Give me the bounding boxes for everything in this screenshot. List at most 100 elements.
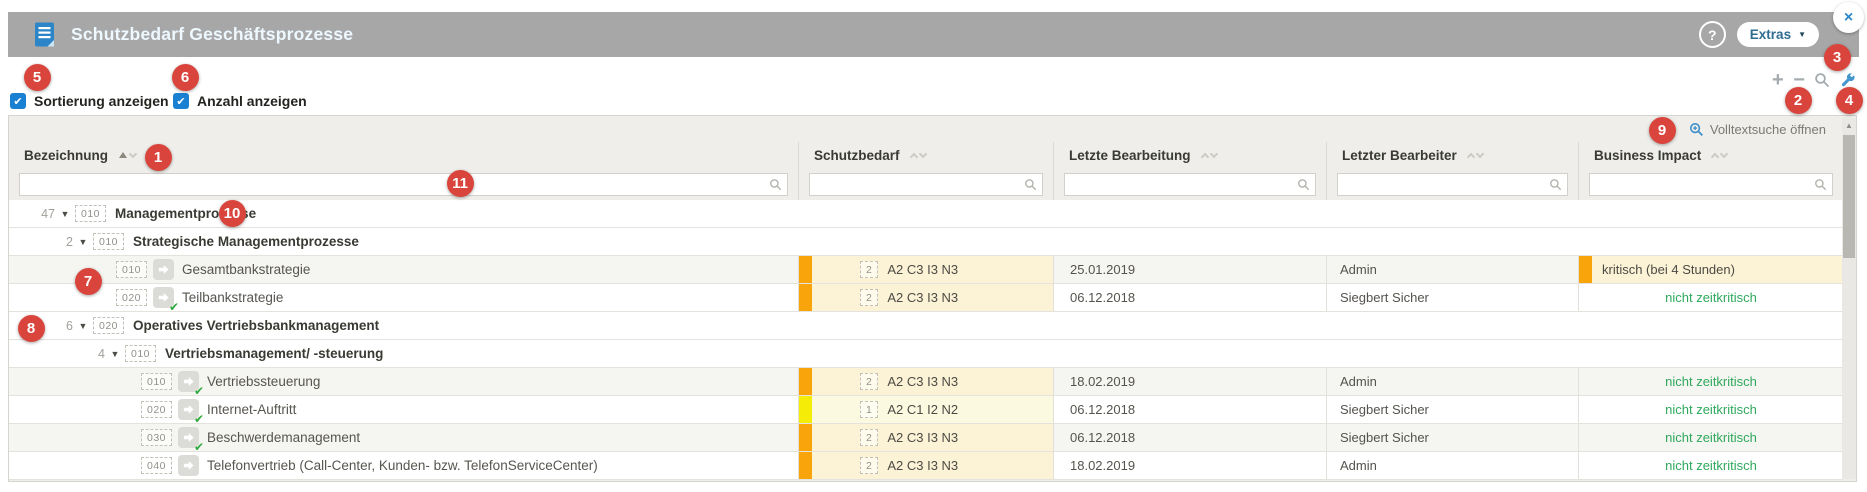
extras-button[interactable]: Extras ▼ bbox=[1737, 22, 1819, 47]
close-button[interactable]: × bbox=[1833, 2, 1864, 33]
table-row[interactable]: 47▼010Managementprozesse bbox=[9, 200, 1843, 228]
filter-input-letzte-bearbeitung[interactable] bbox=[1064, 173, 1316, 196]
sortierung-checkbox[interactable]: ✔ bbox=[10, 93, 26, 109]
business-impact-cell: nicht zeitkritisch bbox=[1578, 368, 1843, 395]
fulltext-search-link[interactable]: Volltextsuche öffnen bbox=[1710, 122, 1826, 137]
letzter-bearbeiter-cell: Admin bbox=[1326, 256, 1578, 283]
expand-all-button[interactable]: + bbox=[1772, 70, 1784, 90]
business-impact-text: nicht zeitkritisch bbox=[1665, 402, 1757, 417]
search-icon[interactable] bbox=[1814, 72, 1830, 88]
search-icon bbox=[1814, 178, 1827, 191]
letzte-bearbeitung-cell: 06.12.2018 bbox=[1053, 396, 1326, 423]
schutzbedarf-classes: A2 C3 I3 N3 bbox=[887, 290, 958, 305]
schutzbedarf-cell: 2 A2 C3 I3 N3 bbox=[798, 256, 1053, 283]
schutzbedarf-cell: 2A2 C3 I3 N3 bbox=[798, 368, 1053, 395]
search-icon bbox=[1024, 178, 1037, 191]
vertical-scrollbar[interactable]: ▲ bbox=[1842, 118, 1856, 479]
filter-input-bezeichnung[interactable] bbox=[19, 173, 788, 196]
column-header-letzte-bearbeitung[interactable]: Letzte Bearbeitung bbox=[1053, 142, 1326, 168]
schutzbedarf-level-badge: 2 bbox=[860, 457, 878, 474]
schutzbedarf-classes: A2 C3 I3 N3 bbox=[887, 262, 958, 277]
business-impact-text: nicht zeitkritisch bbox=[1665, 374, 1757, 389]
group-label: Operatives Vertriebsbankmanagement bbox=[133, 318, 379, 333]
process-arrow-icon[interactable]: ✔ bbox=[153, 287, 174, 308]
collapse-arrow-icon[interactable]: ▼ bbox=[73, 321, 93, 331]
code-badge: 010 bbox=[93, 233, 124, 250]
column-header-business-impact[interactable]: Business Impact bbox=[1578, 142, 1843, 168]
process-arrow-icon[interactable]: ✔ bbox=[178, 427, 199, 448]
schutzbedarf-level-badge: 2 bbox=[860, 429, 878, 446]
code-badge: 040 bbox=[141, 457, 172, 474]
schutzbedarf-window: Schutzbedarf Geschäftsprozesse ? Extras … bbox=[0, 0, 1867, 492]
code-badge: 030 bbox=[141, 429, 172, 446]
anzahl-checkbox[interactable]: ✔ bbox=[173, 93, 189, 109]
annotation-badge-4: 4 bbox=[1836, 87, 1863, 114]
table-row[interactable]: 020✔Internet-Auftritt1A2 C1 I2 N206.12.2… bbox=[9, 396, 1843, 424]
schutzbedarf-cell: 2A2 C3 I3 N3 bbox=[798, 452, 1053, 479]
letzter-bearbeiter-cell: Admin bbox=[1326, 452, 1578, 479]
search-icon bbox=[1549, 178, 1562, 191]
sortierung-checkbox-label: Sortierung anzeigen bbox=[34, 93, 169, 109]
table-row[interactable]: 010✔Vertriebssteuerung2A2 C3 I3 N318.02.… bbox=[9, 368, 1843, 396]
schutzbedarf-level-badge: 2 bbox=[860, 373, 878, 390]
scrollbar-thumb[interactable] bbox=[1843, 135, 1855, 258]
table-row[interactable]: 020✔Teilbankstrategie2A2 C3 I3 N306.12.2… bbox=[9, 284, 1843, 312]
process-label: Teilbankstrategie bbox=[182, 290, 283, 305]
row-count: 4 bbox=[9, 347, 105, 361]
annotation-badge-8: 8 bbox=[18, 315, 45, 342]
group-cell: 6▼020Operatives Vertriebsbankmanagement bbox=[9, 312, 1843, 339]
filter-input-letzter-bearbeiter[interactable] bbox=[1337, 173, 1568, 196]
table-row[interactable]: 2▼010Strategische Managementprozesse bbox=[9, 228, 1843, 256]
table-row[interactable]: 4▼010Vertriebsmanagement/ -steuerung bbox=[9, 340, 1843, 368]
table-row[interactable]: 030✔Beschwerdemanagement2A2 C3 I3 N306.1… bbox=[9, 424, 1843, 452]
letzter-bearbeiter-cell: Siegbert Sicher bbox=[1326, 396, 1578, 423]
schutzbedarf-level-badge: 2 bbox=[860, 261, 878, 278]
table-row[interactable]: 010Gesamtbankstrategie 2 A2 C3 I3 N3 25.01.… bbox=[9, 256, 1843, 284]
letzte-bearbeitung-cell: 18.02.2019 bbox=[1053, 452, 1326, 479]
column-header-schutzbedarf[interactable]: Schutzbedarf bbox=[798, 142, 1053, 168]
scrollbar-up-icon[interactable]: ▲ bbox=[1842, 118, 1856, 132]
filter-input-business-impact[interactable] bbox=[1589, 173, 1833, 196]
process-arrow-icon[interactable]: ✔ bbox=[178, 399, 199, 420]
group-label: Vertriebsmanagement/ -steuerung bbox=[165, 346, 383, 361]
column-header-letzter-bearbeiter[interactable]: Letzter Bearbeiter bbox=[1326, 142, 1578, 168]
process-table: Volltextsuche öffnen Bezeichnung Schutzb… bbox=[8, 115, 1857, 482]
collapse-arrow-icon[interactable]: ▼ bbox=[73, 237, 93, 247]
sort-asc-icon bbox=[1711, 152, 1719, 160]
filter-input-schutzbedarf[interactable] bbox=[809, 173, 1043, 196]
schutzbedarf-classes: A2 C3 I3 N3 bbox=[887, 430, 958, 445]
fulltext-search-icon[interactable] bbox=[1689, 122, 1704, 137]
business-impact-text: nicht zeitkritisch bbox=[1665, 458, 1757, 473]
column-header-bezeichnung[interactable]: Bezeichnung bbox=[9, 142, 798, 168]
code-badge: 010 bbox=[116, 261, 147, 278]
annotation-badge-11: 11 bbox=[447, 170, 474, 197]
letzte-bearbeitung-cell: 25.01.2019 bbox=[1053, 256, 1326, 283]
business-impact-text: nicht zeitkritisch bbox=[1665, 290, 1757, 305]
collapse-arrow-icon[interactable]: ▼ bbox=[105, 349, 125, 359]
wrench-settings-icon[interactable] bbox=[1840, 72, 1856, 88]
sort-asc-icon bbox=[119, 152, 127, 158]
sort-desc-icon bbox=[918, 149, 926, 157]
schutzbedarf-classes: A2 C1 I2 N2 bbox=[887, 402, 958, 417]
schutzbedarf-level-badge: 1 bbox=[860, 401, 878, 418]
bezeichnung-cell: 010Gesamtbankstrategie bbox=[9, 256, 798, 283]
process-arrow-icon[interactable]: ✔ bbox=[178, 371, 199, 392]
collapse-arrow-icon[interactable]: ▼ bbox=[55, 209, 75, 219]
document-form-icon bbox=[32, 21, 58, 49]
severity-bar bbox=[799, 256, 812, 283]
severity-bar bbox=[799, 452, 812, 479]
process-arrow-icon[interactable] bbox=[153, 259, 174, 280]
sort-indicator bbox=[1468, 151, 1483, 160]
help-button[interactable]: ? bbox=[1699, 21, 1726, 48]
schutzbedarf-cell: 2A2 C3 I3 N3 bbox=[798, 284, 1053, 311]
annotation-badge-2: 2 bbox=[1785, 87, 1812, 114]
anzahl-checkbox-label: Anzahl anzeigen bbox=[197, 93, 307, 109]
process-label: Beschwerdemanagement bbox=[207, 430, 360, 445]
severity-bar bbox=[799, 368, 812, 395]
table-row[interactable]: 6▼020Operatives Vertriebsbankmanagement bbox=[9, 312, 1843, 340]
sort-desc-icon bbox=[129, 149, 137, 157]
sort-indicator bbox=[1202, 151, 1217, 160]
table-row[interactable]: 040Telefonvertrieb (Call-Center, Kunden-… bbox=[9, 452, 1843, 480]
severity-bar bbox=[799, 284, 812, 311]
process-arrow-icon[interactable] bbox=[178, 455, 199, 476]
